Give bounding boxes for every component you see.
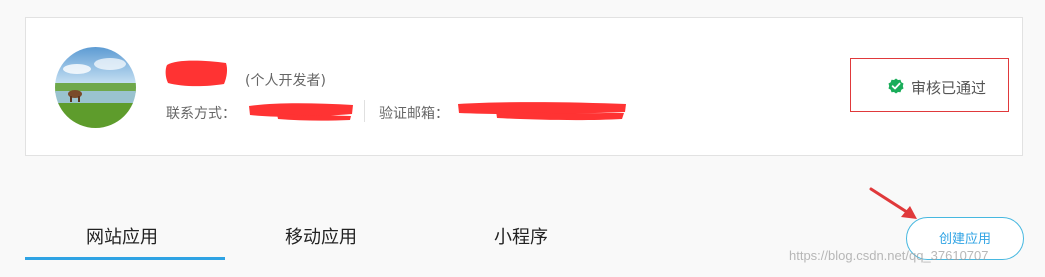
developer-profile-card: (个人开发者) 联系方式： 验证邮箱： 审核已通过 bbox=[25, 17, 1023, 156]
annotation-arrow-icon bbox=[869, 187, 917, 219]
verification-status-badge: 审核已通过 bbox=[850, 58, 1009, 112]
tab-mini-programs[interactable]: 小程序 bbox=[494, 223, 548, 249]
account-type-label: (个人开发者) bbox=[245, 73, 326, 89]
contact-label: 联系方式： bbox=[166, 106, 236, 122]
field-divider bbox=[364, 100, 365, 122]
watermark-text: https://blog.csdn.net/qq_37610707 bbox=[789, 248, 989, 263]
avatar bbox=[55, 47, 136, 128]
tab-website-apps[interactable]: 网站应用 bbox=[86, 223, 158, 249]
developer-name-redacted bbox=[164, 57, 230, 89]
contact-value-redacted bbox=[247, 100, 355, 122]
tab-mobile-apps[interactable]: 移动应用 bbox=[285, 223, 357, 249]
verification-status-text: 审核已通过 bbox=[911, 79, 987, 97]
email-value-redacted bbox=[456, 100, 628, 122]
email-label: 验证邮箱： bbox=[379, 106, 449, 122]
active-tab-indicator bbox=[25, 257, 225, 260]
verified-check-icon bbox=[888, 78, 904, 94]
